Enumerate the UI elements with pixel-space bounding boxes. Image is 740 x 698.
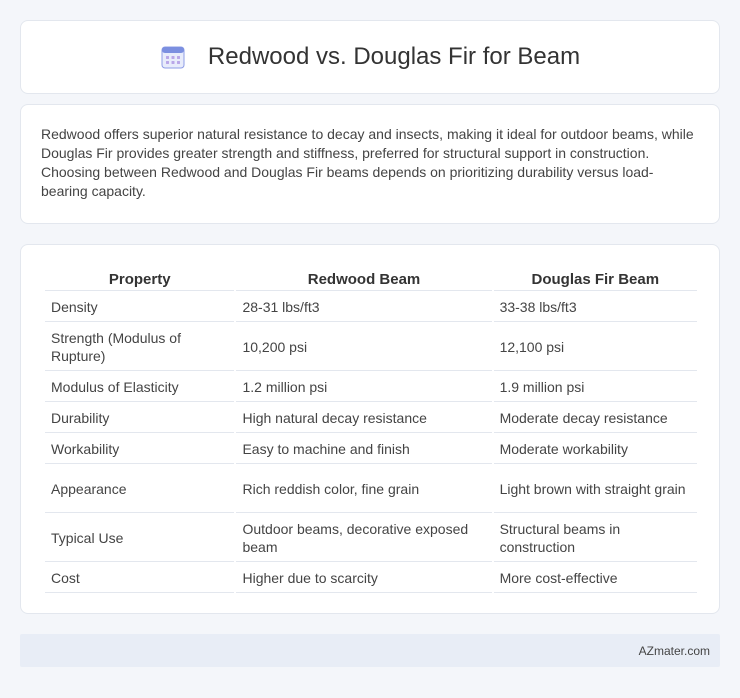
table-row: Appearance Rich reddish color, fine grai… (45, 466, 697, 513)
cell-redwood: 10,200 psi (236, 324, 492, 371)
table-row: Typical Use Outdoor beams, decorative ex… (45, 515, 697, 562)
cell-douglas-fir: Light brown with straight grain (493, 466, 697, 513)
table-header-row: Property Redwood Beam Douglas Fir Beam (45, 267, 697, 291)
cell-property: Workability (45, 435, 235, 464)
cell-douglas-fir: Moderate decay resistance (493, 404, 697, 433)
comparison-table: Property Redwood Beam Douglas Fir Beam D… (43, 265, 699, 595)
cell-redwood: High natural decay resistance (236, 404, 492, 433)
table-row: Durability High natural decay resistance… (45, 404, 697, 433)
cell-property: Density (45, 293, 235, 322)
table-row: Workability Easy to machine and finish M… (45, 435, 697, 464)
cell-douglas-fir: 12,100 psi (493, 324, 697, 371)
cell-property: Appearance (45, 466, 235, 513)
summary-card: Redwood offers superior natural resistan… (20, 104, 720, 224)
page-title: Redwood vs. Douglas Fir for Beam (207, 43, 581, 70)
calendar-icon (160, 44, 186, 70)
cell-redwood: Rich reddish color, fine grain (236, 466, 492, 513)
header-redwood: Redwood Beam (236, 267, 492, 291)
cell-property: Typical Use (45, 515, 235, 562)
cell-douglas-fir: More cost-effective (493, 564, 697, 593)
table-row: Modulus of Elasticity 1.2 million psi 1.… (45, 373, 697, 402)
summary-text: Redwood offers superior natural resistan… (41, 126, 694, 199)
cell-douglas-fir: 1.9 million psi (493, 373, 697, 402)
cell-property: Durability (45, 404, 235, 433)
cell-douglas-fir: Moderate workability (493, 435, 697, 464)
cell-douglas-fir: Structural beams in construction (493, 515, 697, 562)
table-row: Density 28-31 lbs/ft3 33-38 lbs/ft3 (45, 293, 697, 322)
table-row: Strength (Modulus of Rupture) 10,200 psi… (45, 324, 697, 371)
cell-douglas-fir: 33-38 lbs/ft3 (493, 293, 697, 322)
cell-redwood: Outdoor beams, decorative exposed beam (236, 515, 492, 562)
cell-property: Strength (Modulus of Rupture) (45, 324, 235, 371)
comparison-table-card: Property Redwood Beam Douglas Fir Beam D… (20, 244, 720, 614)
cell-redwood: 28-31 lbs/ft3 (236, 293, 492, 322)
title-card: Redwood vs. Douglas Fir for Beam (20, 20, 720, 94)
cell-property: Modulus of Elasticity (45, 373, 235, 402)
cell-redwood: Higher due to scarcity (236, 564, 492, 593)
table-row: Cost Higher due to scarcity More cost-ef… (45, 564, 697, 593)
footer-source: AZmater.com (638, 643, 710, 658)
footer-bar: AZmater.com (20, 634, 720, 667)
header-property: Property (45, 267, 235, 291)
cell-redwood: Easy to machine and finish (236, 435, 492, 464)
cell-property: Cost (45, 564, 235, 593)
cell-redwood: 1.2 million psi (236, 373, 492, 402)
header-douglas-fir: Douglas Fir Beam (493, 267, 697, 291)
